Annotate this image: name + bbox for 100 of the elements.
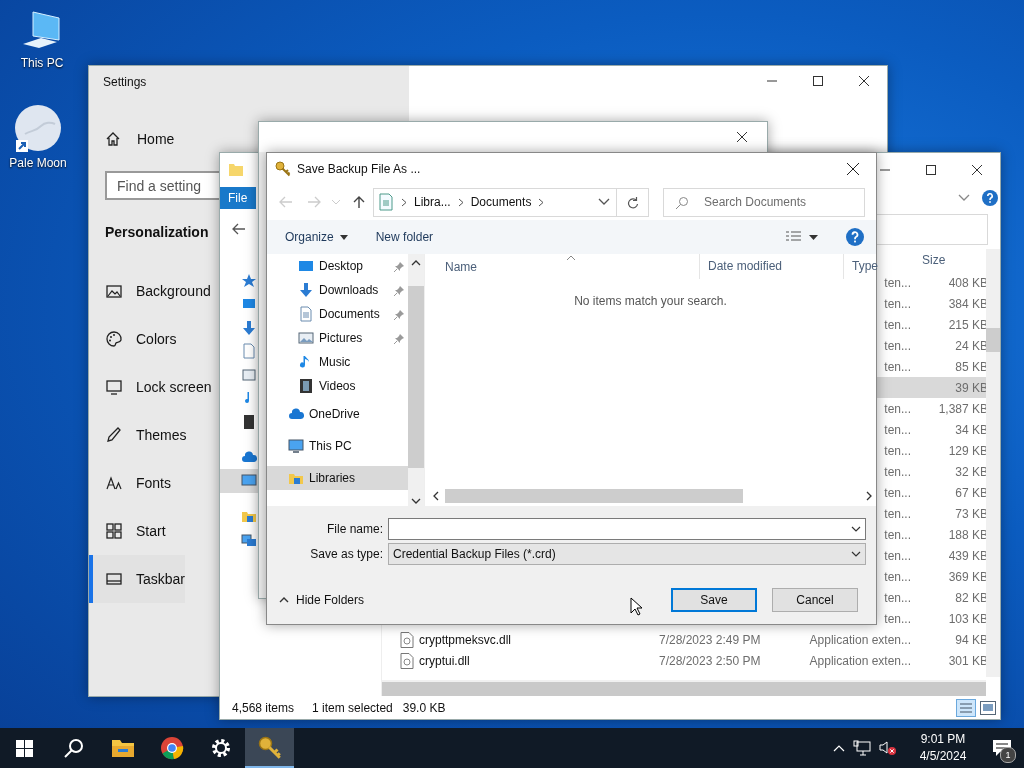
picture-icon xyxy=(105,282,123,300)
film-icon[interactable] xyxy=(241,413,257,430)
caret-icon[interactable] xyxy=(339,234,348,240)
moon-icon[interactable] xyxy=(13,104,63,154)
star-icon[interactable] xyxy=(241,272,257,289)
dropdown-icon[interactable] xyxy=(851,550,861,557)
folder-nav-item[interactable]: This PC xyxy=(267,430,408,462)
folder-icon[interactable] xyxy=(110,738,135,758)
cancel-button[interactable]: Cancel xyxy=(772,588,858,612)
help-icon[interactable] xyxy=(982,190,998,206)
cloud-icon xyxy=(288,406,304,422)
item-count: 4,568 items xyxy=(232,700,295,715)
scroll-down-icon[interactable] xyxy=(411,498,421,504)
settings-nav-item[interactable]: Lock screen xyxy=(89,363,212,411)
folder-nav-item[interactable]: Music xyxy=(267,350,408,374)
column-header[interactable]: Name xyxy=(445,260,477,274)
type-cell: ten... xyxy=(884,590,911,605)
settings-nav-item[interactable]: Fonts xyxy=(89,459,171,507)
browser-icon[interactable] xyxy=(159,736,184,760)
details-view-icon[interactable] xyxy=(956,698,976,717)
thumbnail-view-icon[interactable] xyxy=(980,700,996,715)
organize-button[interactable]: Organize xyxy=(285,230,334,244)
type-cell: ten... xyxy=(884,506,911,521)
settings-nav-item[interactable]: Background xyxy=(89,267,211,315)
file-name-field[interactable] xyxy=(388,517,866,540)
type-cell: ten... xyxy=(884,317,911,332)
settings-nav-item[interactable]: Themes xyxy=(89,411,187,459)
settings-icon[interactable] xyxy=(209,737,232,759)
scroll-left-icon[interactable] xyxy=(433,491,439,501)
desktop-icon-label[interactable]: Pale Moon xyxy=(9,156,67,170)
folder-nav-item[interactable]: Videos xyxy=(267,374,408,398)
chevron-icon[interactable] xyxy=(958,194,970,202)
settings-nav-item[interactable]: Taskbar xyxy=(89,555,186,603)
address-bar[interactable]: Libra... Documents xyxy=(373,187,649,217)
network-icon[interactable] xyxy=(853,740,871,756)
help-icon[interactable] xyxy=(846,228,864,246)
muted-speaker-icon[interactable] xyxy=(879,740,897,756)
caret-icon[interactable] xyxy=(809,234,818,240)
breadcrumb[interactable]: Libra... xyxy=(414,195,451,209)
key-icon xyxy=(257,736,282,760)
file-name[interactable]: crypttpmeksvc.dll xyxy=(419,632,512,647)
computer-icon[interactable] xyxy=(241,472,257,489)
pin-icon[interactable] xyxy=(394,309,405,320)
selection-count: 1 item selected xyxy=(312,700,393,715)
desktop-icon-label[interactable]: This PC xyxy=(20,56,64,70)
folder-nav-item[interactable]: Pictures xyxy=(267,326,408,350)
refresh-icon[interactable] xyxy=(626,195,639,209)
desktop-icon xyxy=(298,258,314,274)
taskbar-button[interactable] xyxy=(245,728,294,768)
pin-icon[interactable] xyxy=(394,261,405,272)
scrollbar-thumb[interactable] xyxy=(445,489,743,503)
column-header[interactable]: Date modified xyxy=(699,254,783,279)
document-icon xyxy=(298,306,314,322)
file-name[interactable]: cryptui.dll xyxy=(419,653,470,668)
dropdown-icon[interactable] xyxy=(598,198,610,206)
folder-nav-item[interactable]: Downloads xyxy=(267,278,408,302)
file-type-dropdown[interactable]: Credential Backup Files (*.crd) xyxy=(388,542,866,565)
maximize-icon[interactable] xyxy=(813,76,823,86)
search-icon[interactable] xyxy=(63,738,84,758)
maximize-icon[interactable] xyxy=(926,165,936,175)
windows-logo-icon[interactable] xyxy=(16,739,33,757)
home-link[interactable]: Home xyxy=(137,131,175,147)
clock-time[interactable]: 9:01 PM xyxy=(920,731,966,748)
new-folder-button[interactable]: New folder xyxy=(375,230,434,244)
save-button[interactable]: Save xyxy=(671,588,757,612)
file-icon xyxy=(400,652,414,669)
folder-nav-item[interactable]: Libraries xyxy=(267,466,408,490)
scrollbar-thumb[interactable] xyxy=(408,286,424,468)
download-icon[interactable] xyxy=(241,319,257,336)
close-icon[interactable] xyxy=(859,76,869,86)
network-icon[interactable] xyxy=(241,531,257,548)
close-icon[interactable] xyxy=(847,162,859,175)
breadcrumb[interactable]: Documents xyxy=(470,195,532,209)
hide-folders-button[interactable]: Hide Folders xyxy=(296,593,365,607)
folder-nav-item[interactable]: Desktop xyxy=(267,254,408,278)
search-field[interactable]: Search Documents xyxy=(663,187,865,217)
sort-caret-icon xyxy=(566,255,576,261)
back-arrow-icon[interactable] xyxy=(232,223,246,235)
file-icon xyxy=(400,631,414,648)
scroll-up-icon[interactable] xyxy=(411,260,421,266)
settings-nav-item[interactable]: Start xyxy=(89,507,166,555)
window-title: Settings xyxy=(103,74,147,91)
up-arrow-icon[interactable] xyxy=(353,195,365,209)
pin-icon[interactable] xyxy=(394,285,405,296)
pictures-icon[interactable] xyxy=(241,366,257,383)
settings-nav-item[interactable]: Colors xyxy=(89,315,177,363)
file-tab[interactable]: File xyxy=(220,187,257,209)
folder-nav-item[interactable]: OneDrive xyxy=(267,398,408,430)
notification-count: 1 xyxy=(1000,747,1016,763)
close-icon[interactable] xyxy=(737,132,747,142)
type-cell: ten... xyxy=(884,548,911,563)
dropdown-icon[interactable] xyxy=(851,525,861,532)
column-header[interactable]: Size xyxy=(922,253,946,267)
folder-icon xyxy=(228,162,244,178)
folder-nav-item[interactable]: Documents xyxy=(267,302,408,326)
caret-icon[interactable] xyxy=(279,597,289,603)
pin-icon[interactable] xyxy=(394,333,405,344)
clock-date[interactable]: 4/5/2024 xyxy=(919,748,967,765)
close-icon[interactable] xyxy=(972,165,982,175)
scroll-right-icon[interactable] xyxy=(866,491,872,501)
